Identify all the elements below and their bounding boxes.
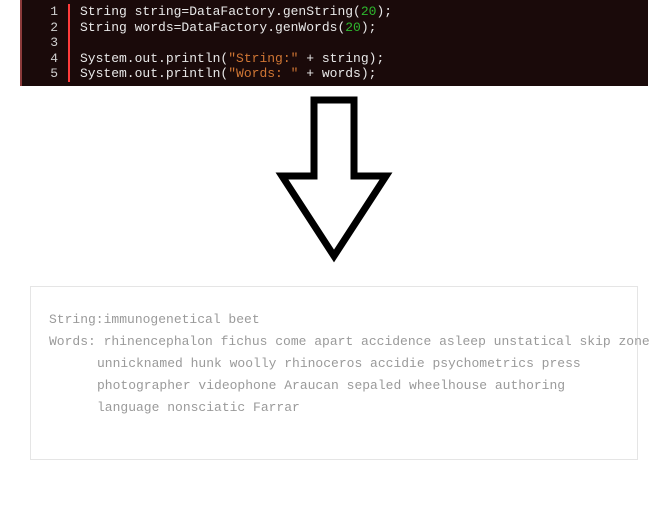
gutter-marker <box>68 4 70 20</box>
output-line-words-1: Words: rhinencephalon fichus come apart … <box>49 331 619 353</box>
code-content: System.out.println("Words: " + words); <box>80 66 376 82</box>
code-line: 4 System.out.println("String:" + string); <box>22 51 648 67</box>
output-block: String:immunogenetical beet Words: rhine… <box>30 286 638 460</box>
code-block: 1 String string=DataFactory.genString(20)… <box>20 0 648 86</box>
code-line: 3 <box>22 35 648 51</box>
line-number: 3 <box>22 35 68 51</box>
gutter-marker <box>68 20 70 36</box>
code-line: 1 String string=DataFactory.genString(20)… <box>22 4 648 20</box>
output-line-words-4: language nonsciatic Farrar <box>49 397 619 419</box>
line-number: 2 <box>22 20 68 36</box>
gutter-marker <box>68 51 70 67</box>
line-number: 1 <box>22 4 68 20</box>
gutter-marker <box>68 35 70 51</box>
gutter-marker <box>68 66 70 82</box>
code-content: String string=DataFactory.genString(20); <box>80 4 392 20</box>
code-line: 2 String words=DataFactory.genWords(20); <box>22 20 648 36</box>
code-line: 5 System.out.println("Words: " + words); <box>22 66 648 82</box>
code-content: System.out.println("String:" + string); <box>80 51 384 67</box>
output-line-string: String:immunogenetical beet <box>49 309 619 331</box>
code-content: String words=DataFactory.genWords(20); <box>80 20 376 36</box>
output-line-words-2: unnicknamed hunk woolly rhinoceros accid… <box>49 353 619 375</box>
line-number: 5 <box>22 66 68 82</box>
line-number: 4 <box>22 51 68 67</box>
output-line-words-3: photographer videophone Araucan sepaled … <box>49 375 619 397</box>
arrow-down-icon <box>0 96 668 266</box>
